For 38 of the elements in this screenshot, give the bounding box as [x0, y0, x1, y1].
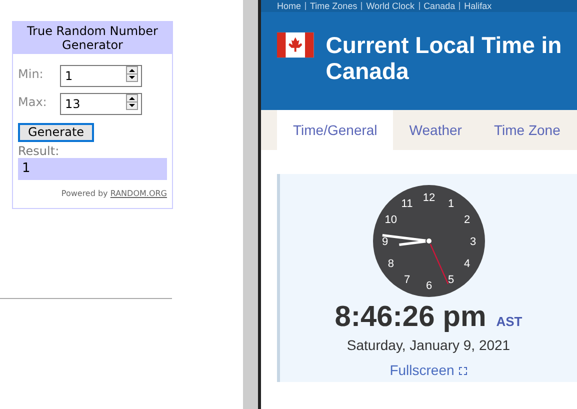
clock-number: 10 [384, 214, 397, 226]
nav-tab[interactable]: Weather [393, 110, 478, 150]
generate-button[interactable]: Generate [18, 122, 94, 142]
field-label: Min: [18, 66, 44, 83]
breadcrumb-link[interactable]: Time Zones [310, 1, 358, 11]
clock-number: 7 [403, 274, 410, 286]
spinner-icon[interactable] [126, 94, 138, 110]
clock-number: 9 [381, 236, 388, 248]
breadcrumb-link[interactable]: World Clock [366, 1, 415, 11]
clock-number: 6 [425, 280, 432, 292]
clock-number: 8 [387, 258, 394, 270]
breadcrumb-link[interactable]: Canada [424, 1, 456, 11]
clock-number: 1 [447, 198, 454, 210]
page-title: Current Local Time in Canada [326, 32, 563, 84]
widget-title: True Random Number Generator [13, 22, 172, 54]
fullscreen-link[interactable]: Fullscreen [390, 360, 468, 381]
nav-tab[interactable]: Time Zone [478, 110, 576, 150]
clock-number: 3 [469, 236, 476, 248]
scrollbar[interactable] [243, 0, 258, 409]
fullscreen-icon [459, 366, 468, 374]
current-time: 8:46:26 pm [334, 301, 486, 333]
field-label: Max: [18, 94, 48, 111]
clock-number: 12 [422, 192, 435, 204]
breadcrumb-link[interactable]: Halifax [464, 1, 492, 11]
clock-number: 4 [464, 258, 470, 270]
spinner-icon[interactable] [126, 66, 138, 82]
clock-number: 11 [400, 198, 412, 210]
clock-number: 5 [447, 274, 454, 286]
result-label: Result: [17, 144, 60, 158]
current-date: Saturday, January 9, 2021 [346, 336, 510, 355]
result-value: 1 [18, 158, 167, 180]
time-zone-abbr: AST [496, 313, 522, 331]
random-org-link[interactable]: RANDOM.ORG [110, 189, 167, 198]
canada-flag-icon [277, 32, 314, 58]
nav-tab[interactable]: Time/General [277, 110, 394, 150]
powered-by-text: Powered by [61, 189, 108, 198]
breadcrumb-link[interactable]: Home [277, 1, 302, 11]
clock-number: 2 [464, 214, 470, 226]
